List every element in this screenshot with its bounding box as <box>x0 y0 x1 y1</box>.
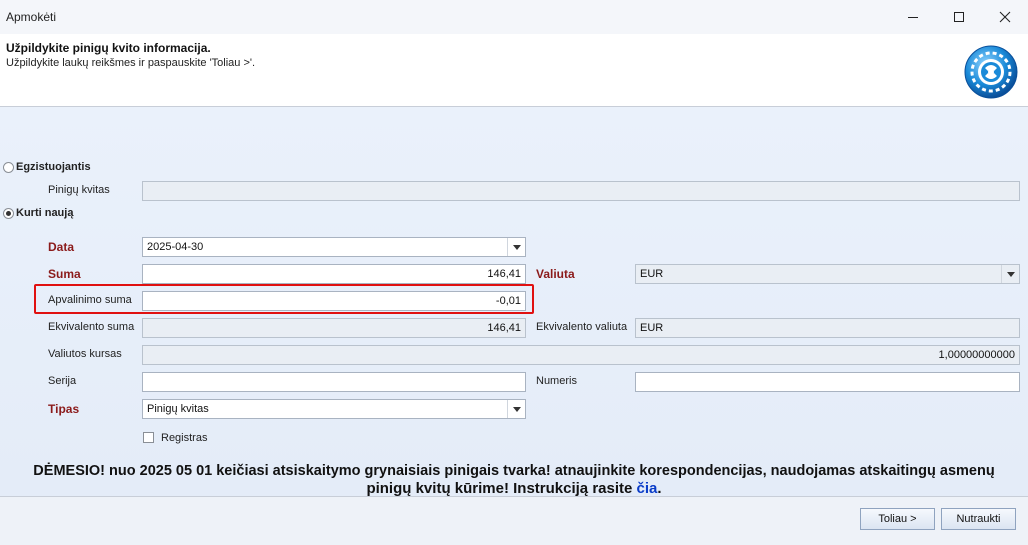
equiv-currency-field[interactable]: EUR <box>635 318 1020 338</box>
notice-clip: DĖMESIO! nuo 2025 05 01 keičiasi atsiska… <box>0 462 1028 496</box>
instructions-link[interactable]: čia <box>637 480 658 496</box>
series-label: Serija <box>48 375 77 387</box>
chevron-down-icon <box>512 406 521 412</box>
maximize-button[interactable] <box>936 0 982 34</box>
create-radio[interactable] <box>3 208 14 219</box>
create-radio-label: Kurti naują <box>16 207 74 219</box>
number-field[interactable] <box>635 372 1020 392</box>
register-label: Registras <box>161 432 208 444</box>
register-checkbox[interactable] <box>143 432 154 443</box>
minimize-icon <box>908 17 918 18</box>
currency-dropdown-button[interactable] <box>1001 265 1019 283</box>
date-value: 2025-04-30 <box>147 241 204 253</box>
gear-logo-icon <box>964 45 1018 99</box>
type-field[interactable]: Pinigų kvitas <box>142 399 526 419</box>
notice-line-2-text: pinigų kvitų kūrime! Instrukciją rasite <box>366 480 637 496</box>
notice-line-1: DĖMESIO! nuo 2025 05 01 keičiasi atsiska… <box>33 463 995 479</box>
receipt-field[interactable] <box>142 181 1020 201</box>
equiv-sum-field[interactable]: 146,41 <box>142 318 526 338</box>
wizard-footer: Toliau > Nutraukti <box>0 496 1028 545</box>
receipt-label: Pinigų kvitas <box>48 184 110 196</box>
cancel-button[interactable]: Nutraukti <box>941 508 1016 530</box>
maximize-icon <box>954 12 964 22</box>
close-button[interactable] <box>982 0 1028 34</box>
header-subtitle: Užpildykite laukų reikšmes ir paspauskit… <box>6 57 256 69</box>
notice-line-2: pinigų kvitų kūrime! Instrukciją rasite … <box>0 480 1028 496</box>
window-title: Apmokėti <box>6 10 57 24</box>
currency-field[interactable]: EUR <box>635 264 1020 284</box>
number-label: Numeris <box>536 375 577 387</box>
next-button[interactable]: Toliau > <box>860 508 935 530</box>
sum-label: Suma <box>48 267 81 281</box>
close-icon <box>999 11 1011 23</box>
notice-text: DĖMESIO! nuo 2025 05 01 keičiasi atsiska… <box>0 462 1028 496</box>
wizard-header: Užpildykite pinigų kvito informacija. Už… <box>0 34 1028 107</box>
minimize-button[interactable] <box>890 0 936 34</box>
chevron-down-icon <box>1006 271 1015 277</box>
existing-radio-label: Egzistuojantis <box>16 161 91 173</box>
type-dropdown-button[interactable] <box>507 400 525 418</box>
type-label: Tipas <box>48 402 80 416</box>
currency-label: Valiuta <box>536 267 575 281</box>
window-titlebar: Apmokėti <box>0 0 1028 34</box>
series-field[interactable] <box>142 372 526 392</box>
currency-value: EUR <box>640 268 664 280</box>
date-field[interactable]: 2025-04-30 <box>142 237 526 257</box>
date-label: Data <box>48 240 75 254</box>
equiv-sum-label: Ekvivalento suma <box>48 321 135 333</box>
sum-field[interactable]: 146,41 <box>142 264 526 284</box>
date-dropdown-button[interactable] <box>507 238 525 256</box>
existing-radio[interactable] <box>3 162 14 173</box>
chevron-down-icon <box>512 244 521 250</box>
type-value: Pinigų kvitas <box>147 403 209 415</box>
notice-line-2-end: . <box>657 480 662 496</box>
equiv-currency-label: Ekvivalento valiuta <box>536 321 628 333</box>
rounding-highlight-box <box>34 284 534 314</box>
rate-label: Valiutos kursas <box>48 348 122 360</box>
rate-field[interactable]: 1,00000000000 <box>142 345 1020 365</box>
header-title: Užpildykite pinigų kvito informacija. <box>6 41 211 55</box>
